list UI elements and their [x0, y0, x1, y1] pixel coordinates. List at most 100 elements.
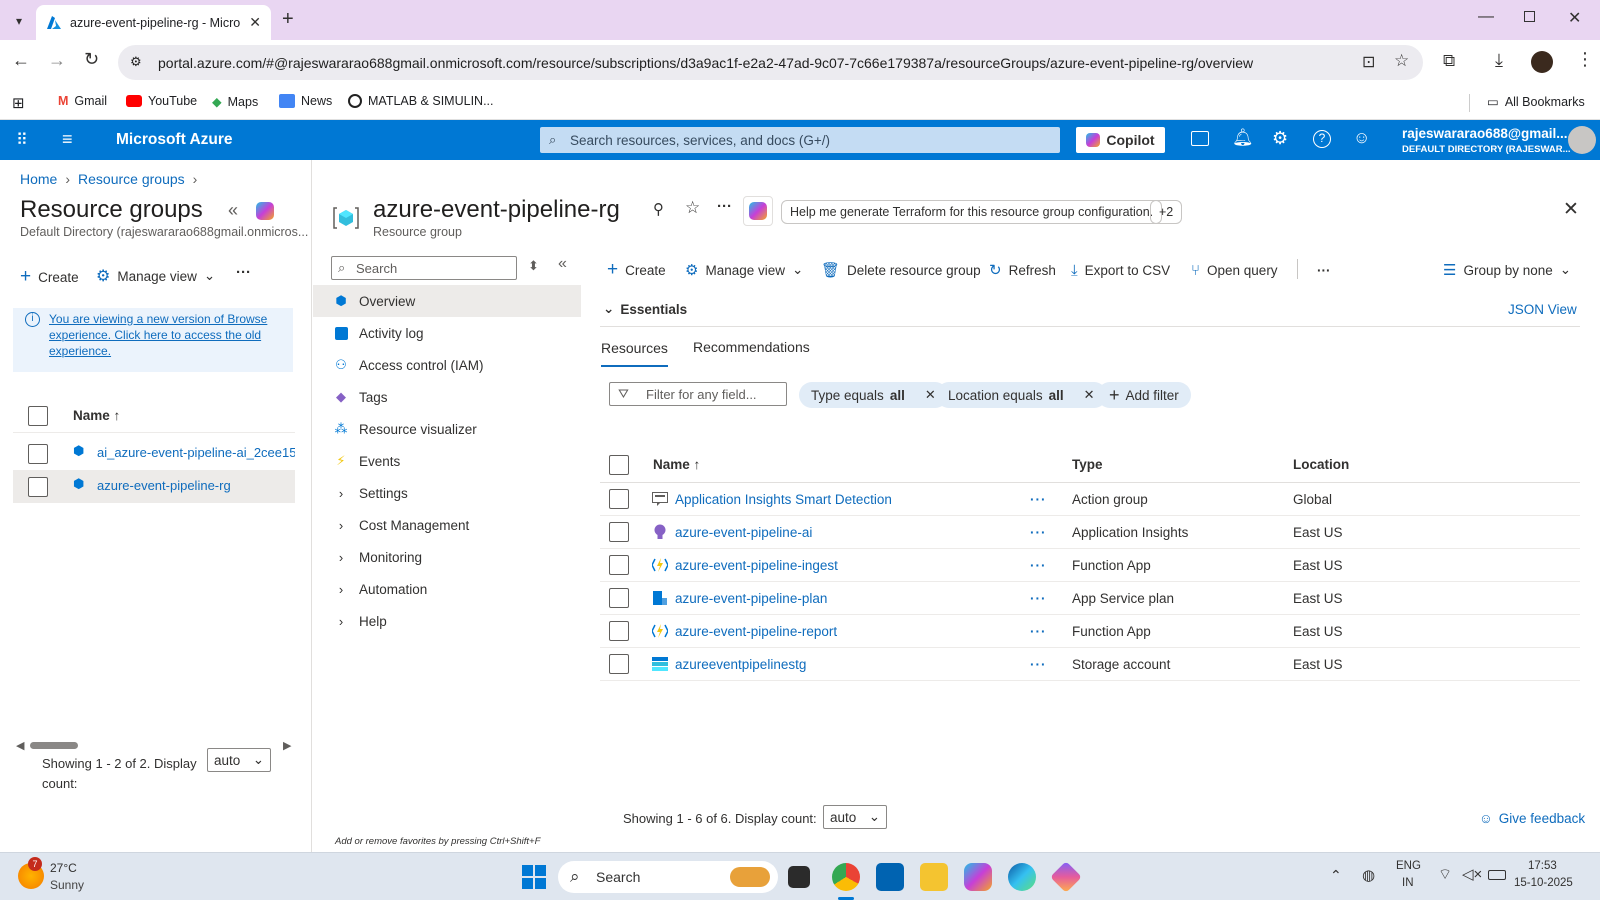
favorite-star-icon[interactable]: ☆ [685, 198, 700, 218]
browser-menu-icon[interactable]: ⋮ [1576, 49, 1594, 70]
row-more-icon[interactable]: ··· [1030, 525, 1047, 540]
export-csv-button[interactable]: ⤓ Export to CSV [1071, 258, 1170, 282]
row-checkbox[interactable] [609, 621, 629, 641]
column-header-name[interactable]: Name ↑ [73, 408, 120, 423]
resource-link[interactable]: azureeventpipelinestg [675, 657, 806, 672]
table-row[interactable]: Application Insights Smart Detection ···… [600, 483, 1580, 516]
maximize-window-icon[interactable] [1524, 11, 1535, 22]
more-actions-icon[interactable]: ··· [236, 264, 251, 281]
more-commands-icon[interactable]: ··· [1317, 258, 1331, 282]
resource-link[interactable]: azure-event-pipeline-plan [675, 591, 827, 606]
refresh-button[interactable]: ↻ Refresh [989, 258, 1056, 282]
copilot-suggestion-button[interactable] [743, 196, 773, 226]
menu-group-cost-management[interactable]: › Cost Management [313, 509, 581, 541]
resource-link[interactable]: Application Insights Smart Detection [675, 492, 892, 507]
menu-item-resource-visualizer[interactable]: ⁂ Resource visualizer [313, 413, 581, 445]
settings-gear-icon[interactable]: ⚙ [1272, 128, 1288, 149]
row-checkbox[interactable] [609, 522, 629, 542]
wifi-icon[interactable]: ⌔ [1438, 865, 1452, 884]
reload-icon[interactable]: ↻ [84, 49, 99, 70]
tab-resources[interactable]: Resources [601, 340, 668, 367]
copilot-button[interactable]: Copilot [1076, 127, 1165, 153]
volume-muted-icon[interactable]: ◁× [1462, 865, 1482, 883]
global-search-input[interactable]: ⌕ Search resources, services, and docs (… [540, 127, 1060, 153]
store-icon[interactable] [876, 863, 904, 891]
file-explorer-icon[interactable] [920, 863, 948, 891]
site-info-icon[interactable]: ⚙ [130, 54, 142, 70]
close-window-icon[interactable]: ✕ [1568, 8, 1581, 28]
tab-search-chevron-icon[interactable]: ▾ [8, 10, 30, 32]
start-windows-icon[interactable] [522, 865, 546, 889]
extensions-icon[interactable]: ⧉ [1443, 51, 1455, 71]
account-avatar[interactable] [1568, 126, 1596, 154]
menu-group-monitoring[interactable]: › Monitoring [313, 541, 581, 573]
display-count-select[interactable]: auto ⌄ [207, 748, 271, 772]
bookmark-star-icon[interactable]: ☆ [1394, 51, 1409, 71]
breadcrumb-home[interactable]: Home [20, 171, 57, 187]
create-button[interactable]: + Create [20, 266, 79, 288]
help-icon[interactable]: ? [1313, 130, 1331, 148]
notifications-bell-icon[interactable]: 🔔︎ [1232, 128, 1254, 148]
row-more-icon[interactable]: ··· [1030, 492, 1047, 507]
list-item[interactable]: ⬢ ai_azure-event-pipeline-ai_2cee15c [13, 437, 295, 469]
row-more-icon[interactable]: ··· [1030, 657, 1047, 672]
table-row[interactable]: azure-event-pipeline-report ··· Function… [600, 615, 1580, 648]
manage-view-button[interactable]: ⚙ Manage view ⌄ [96, 266, 215, 286]
type-filter-pill[interactable]: Type equals all ✕ [799, 382, 948, 408]
menu-search-input[interactable]: ⌕ Search [331, 256, 517, 280]
remove-filter-icon[interactable]: ✕ [925, 387, 936, 403]
table-row[interactable]: azureeventpipelinestg ··· Storage accoun… [600, 648, 1580, 681]
table-row[interactable]: azure-event-pipeline-ai ··· Application … [600, 516, 1580, 549]
resource-group-link[interactable]: ai_azure-event-pipeline-ai_2cee15c [97, 445, 295, 460]
sort-menu-icon[interactable]: ⬍ [528, 258, 539, 274]
bookmark-news[interactable]: News [279, 94, 332, 108]
menu-group-settings[interactable]: › Settings [313, 477, 581, 509]
bookmark-matlab[interactable]: MATLAB & SIMULIN... [348, 94, 494, 108]
row-checkbox[interactable] [28, 444, 48, 464]
hamburger-menu-icon[interactable]: ≡ [62, 129, 73, 150]
menu-item-activity-log[interactable]: Activity log [313, 317, 581, 349]
give-feedback-link[interactable]: ☺ Give feedback [1479, 811, 1585, 826]
feedback-icon[interactable]: ☺ [1353, 128, 1370, 148]
battery-icon[interactable] [1488, 870, 1506, 880]
copilot-taskbar-icon[interactable] [964, 863, 992, 891]
network-globe-icon[interactable]: ◍ [1362, 866, 1375, 884]
menu-group-automation[interactable]: › Automation [313, 573, 581, 605]
horizontal-scrollbar-thumb[interactable] [30, 742, 78, 749]
essentials-toggle[interactable]: ⌄ Essentials [603, 301, 687, 317]
resource-group-link[interactable]: azure-event-pipeline-rg [97, 478, 231, 493]
row-checkbox[interactable] [609, 489, 629, 509]
forward-icon[interactable]: → [48, 50, 66, 71]
chrome-taskbar-icon[interactable] [832, 863, 860, 891]
profile-avatar[interactable] [1531, 51, 1553, 73]
app-icon[interactable] [1050, 861, 1082, 893]
show-hidden-icons[interactable]: ⌃ [1330, 867, 1342, 884]
taskbar-search[interactable]: ⌕ Search [558, 861, 778, 893]
copilot-icon[interactable] [256, 202, 274, 220]
row-more-icon[interactable]: ··· [1030, 591, 1047, 606]
create-button[interactable]: + Create [607, 258, 666, 282]
close-tab-icon[interactable]: ✕ [249, 14, 261, 31]
column-header-location[interactable]: Location [1293, 457, 1349, 472]
location-filter-pill[interactable]: Location equals all ✕ [936, 382, 1107, 408]
row-checkbox[interactable] [609, 555, 629, 575]
back-icon[interactable]: ← [12, 50, 30, 71]
breadcrumb-resource-groups[interactable]: Resource groups [78, 171, 185, 187]
group-by-dropdown[interactable]: ☰ Group by none ⌄ [1443, 258, 1571, 282]
table-row[interactable]: azure-event-pipeline-plan ··· App Servic… [600, 582, 1580, 615]
json-view-link[interactable]: JSON View [1508, 302, 1577, 317]
column-header-name[interactable]: Name ↑ [653, 457, 700, 472]
apps-grid-icon[interactable]: ⊞ [12, 94, 25, 112]
resource-link[interactable]: azure-event-pipeline-ingest [675, 558, 838, 573]
menu-group-help[interactable]: › Help [313, 605, 581, 637]
account-name[interactable]: rajeswararao688@gmail.... [1402, 126, 1571, 141]
language-indicator[interactable]: ENG [1396, 860, 1421, 872]
menu-item-access-control[interactable]: ⚇ Access control (IAM) [313, 349, 581, 381]
resource-link[interactable]: azure-event-pipeline-report [675, 624, 837, 639]
edge-icon[interactable] [1008, 863, 1036, 891]
more-prompts-chip[interactable]: +2 [1150, 200, 1183, 224]
open-query-button[interactable]: ⑂ Open query [1191, 258, 1278, 282]
new-tab-icon[interactable]: + [282, 8, 294, 31]
display-count-select[interactable]: auto ⌄ [823, 805, 887, 829]
manage-view-button[interactable]: ⚙ Manage view ⌄ [685, 258, 803, 282]
